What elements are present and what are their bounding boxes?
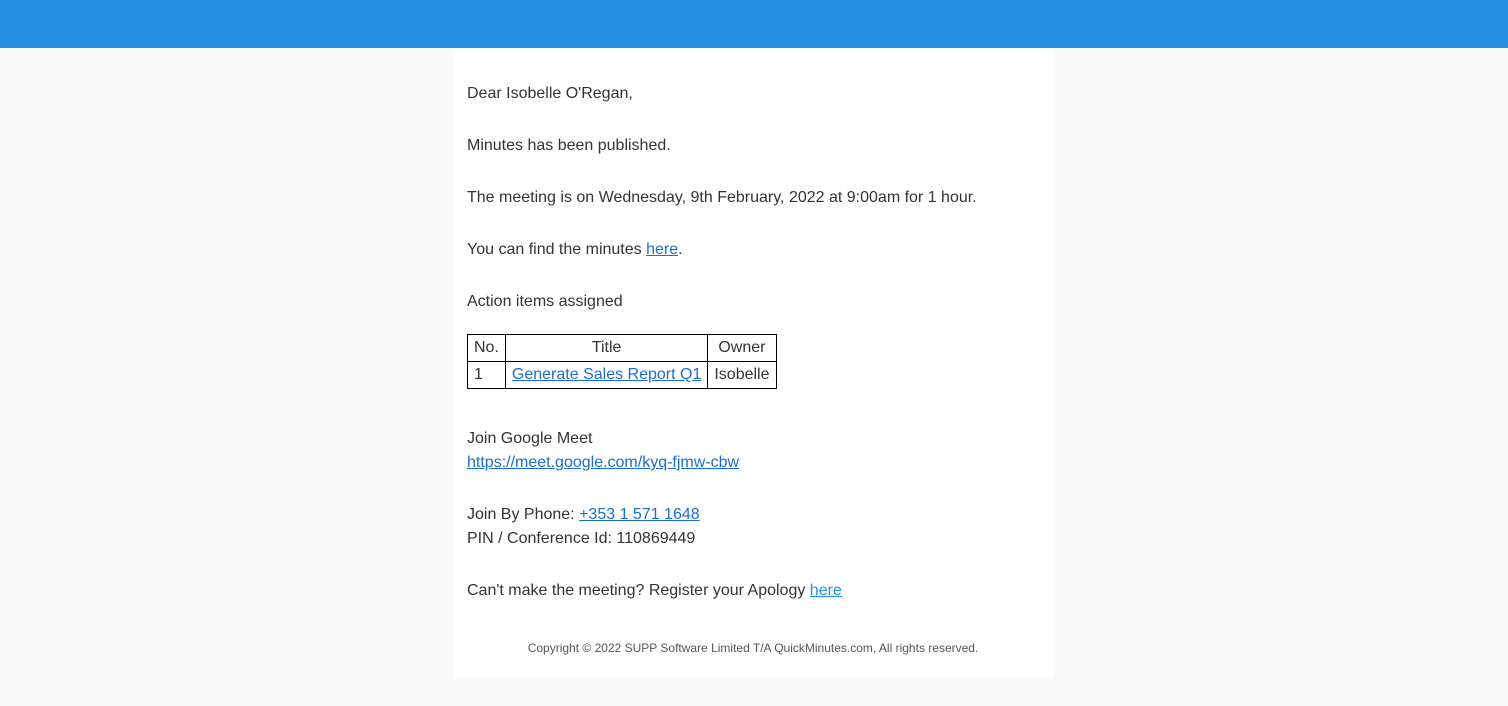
email-body: Dear Isobelle O'Regan, Minutes has been …: [453, 48, 1053, 679]
pin-line: PIN / Conference Id: 110869449: [467, 530, 695, 547]
action-items-table: No. Title Owner 1 Generate Sales Report …: [467, 334, 777, 389]
action-items-heading: Action items assigned: [467, 276, 1039, 328]
minutes-suffix: .: [678, 241, 682, 258]
col-header-no: No.: [468, 335, 506, 362]
header-bar: [0, 0, 1508, 48]
phone-link[interactable]: +353 1 571 1648: [579, 506, 700, 523]
join-phone-block: Join By Phone: +353 1 571 1648 PIN / Con…: [467, 489, 1039, 565]
table-header-row: No. Title Owner: [468, 335, 777, 362]
join-meet-label: Join Google Meet: [467, 430, 592, 447]
action-title-link[interactable]: Generate Sales Report Q1: [512, 366, 701, 383]
apology-prefix: Can't make the meeting? Register your Ap…: [467, 582, 810, 599]
meeting-time-line: The meeting is on Wednesday, 9th Februar…: [467, 172, 1039, 224]
table-row: 1 Generate Sales Report Q1 Isobelle: [468, 362, 777, 389]
col-header-title: Title: [505, 335, 707, 362]
join-phone-label: Join By Phone:: [467, 506, 579, 523]
minutes-line: You can find the minutes here.: [467, 224, 1039, 276]
greeting: Dear Isobelle O'Regan,: [467, 68, 1039, 120]
cell-no: 1: [468, 362, 506, 389]
published-notice: Minutes has been published.: [467, 120, 1039, 172]
apology-line: Can't make the meeting? Register your Ap…: [467, 565, 1039, 617]
join-google-meet: Join Google Meet https://meet.google.com…: [467, 413, 1039, 489]
google-meet-link[interactable]: https://meet.google.com/kyq-fjmw-cbw: [467, 454, 739, 471]
cell-owner: Isobelle: [708, 362, 776, 389]
minutes-link[interactable]: here: [646, 241, 678, 258]
apology-link[interactable]: here: [810, 582, 842, 599]
cell-title: Generate Sales Report Q1: [505, 362, 707, 389]
minutes-prefix: You can find the minutes: [467, 241, 646, 258]
footer-copyright: Copyright © 2022 SUPP Software Limited T…: [467, 617, 1039, 669]
col-header-owner: Owner: [708, 335, 776, 362]
